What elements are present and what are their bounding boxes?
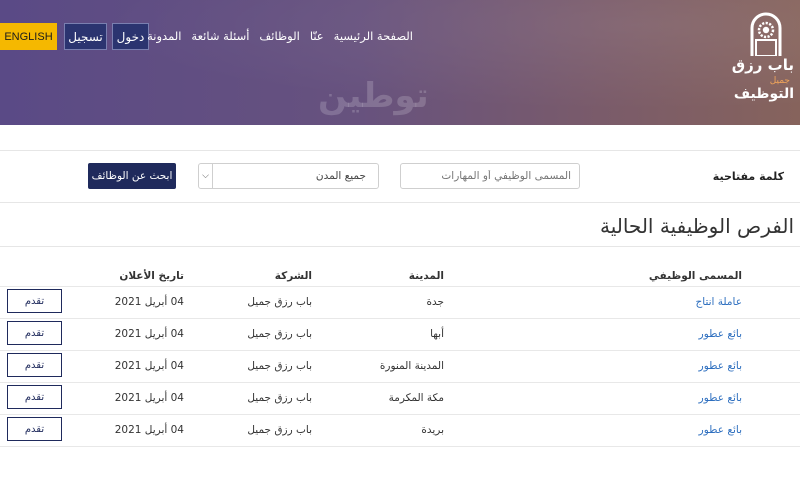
- register-button[interactable]: تسجيل: [64, 23, 107, 50]
- job-company: باب رزق جميل: [247, 328, 312, 340]
- job-date: 04 أبريل 2021: [114, 296, 184, 308]
- nav-about[interactable]: عنّا: [310, 29, 324, 43]
- job-date: 04 أبريل 2021: [114, 424, 184, 436]
- chevron-down-icon[interactable]: ⌵: [199, 164, 213, 188]
- nav-home[interactable]: الصفحة الرئيسية: [334, 29, 413, 43]
- column-header-city: المدينة: [408, 270, 444, 282]
- nav-faq[interactable]: أسئلة شائعة: [191, 29, 249, 43]
- job-date: 04 أبريل 2021: [114, 360, 184, 372]
- apply-button[interactable]: تقدم: [7, 385, 62, 409]
- keyword-input[interactable]: [400, 163, 580, 189]
- row-divider: [0, 286, 800, 287]
- brand-tagline: التوظيف: [733, 86, 794, 102]
- brand-subname: جميل: [769, 76, 790, 86]
- keyword-label: كلمة مفتاحية: [712, 170, 784, 183]
- city-select[interactable]: جميع المدن ⌵: [198, 163, 379, 189]
- row-divider: [0, 318, 800, 319]
- column-header-title: المسمى الوظيفي: [648, 270, 742, 282]
- apply-button[interactable]: تقدم: [7, 289, 62, 313]
- job-title-link[interactable]: بائع عطور: [699, 392, 742, 404]
- job-company: باب رزق جميل: [247, 392, 312, 404]
- apply-button[interactable]: تقدم: [7, 417, 62, 441]
- job-city: المدينة المنورة: [379, 360, 444, 372]
- tawteen-watermark: توطين: [318, 76, 429, 116]
- job-search-bar: كلمة مفتاحية جميع المدن ⌵ ابحث عن الوظائ…: [0, 150, 800, 202]
- job-title-link[interactable]: بائع عطور: [699, 328, 742, 340]
- column-header-date: تاريخ الأعلان: [119, 270, 184, 282]
- job-title-link[interactable]: بائع عطور: [699, 424, 742, 436]
- job-company: باب رزق جميل: [247, 360, 312, 372]
- column-header-company: الشركة: [274, 270, 312, 282]
- nav-jobs[interactable]: الوظائف: [259, 29, 299, 43]
- job-city: بريدة: [421, 424, 444, 436]
- job-city: مكة المكرمة: [388, 392, 444, 404]
- site-header: ENGLISH تسجيل دخول الصفحة الرئيسية عنّا …: [0, 0, 800, 125]
- login-button[interactable]: دخول: [112, 23, 149, 50]
- table-row: بائع عطور بريدة باب رزق جميل 04 أبريل 20…: [0, 414, 800, 446]
- job-company: باب رزق جميل: [247, 296, 312, 308]
- apply-button[interactable]: تقدم: [7, 353, 62, 377]
- job-title-link[interactable]: عاملة انتاج: [695, 296, 742, 308]
- table-row: [0, 446, 800, 456]
- job-city: جدة: [426, 296, 444, 308]
- divider: [0, 246, 800, 247]
- divider: [0, 202, 800, 203]
- job-date: 04 أبريل 2021: [114, 328, 184, 340]
- table-row: بائع عطور المدينة المنورة باب رزق جميل 0…: [0, 350, 800, 382]
- table-row: بائع عطور مكة المكرمة باب رزق جميل 04 أب…: [0, 382, 800, 414]
- arch-gear-icon: [750, 12, 782, 56]
- row-divider: [0, 414, 800, 415]
- table-row: عاملة انتاج جدة باب رزق جميل 04 أبريل 20…: [0, 286, 800, 318]
- table-row: بائع عطور أبها باب رزق جميل 04 أبريل 202…: [0, 318, 800, 350]
- nav-blog[interactable]: المدونة: [147, 29, 181, 43]
- apply-button[interactable]: تقدم: [7, 321, 62, 345]
- job-date: 04 أبريل 2021: [114, 392, 184, 404]
- page-title: الفرص الوظيفية الحالية: [599, 214, 794, 238]
- brand-logo[interactable]: باب رزق جميل التوظيف: [732, 10, 794, 110]
- city-select-value: جميع المدن: [315, 170, 366, 182]
- brand-name: باب رزق: [731, 56, 794, 74]
- nav-links: الصفحة الرئيسية عنّا الوظائف أسئلة شائعة…: [147, 29, 413, 43]
- english-language-button[interactable]: ENGLISH: [0, 23, 57, 50]
- row-divider: [0, 350, 800, 351]
- search-jobs-button[interactable]: ابحث عن الوظائف: [88, 163, 176, 189]
- job-company: باب رزق جميل: [247, 424, 312, 436]
- top-nav: ENGLISH تسجيل دخول الصفحة الرئيسية عنّا …: [0, 23, 800, 51]
- job-city: أبها: [430, 328, 444, 340]
- row-divider: [0, 382, 800, 383]
- job-title-link[interactable]: بائع عطور: [699, 360, 742, 372]
- row-divider: [0, 446, 800, 447]
